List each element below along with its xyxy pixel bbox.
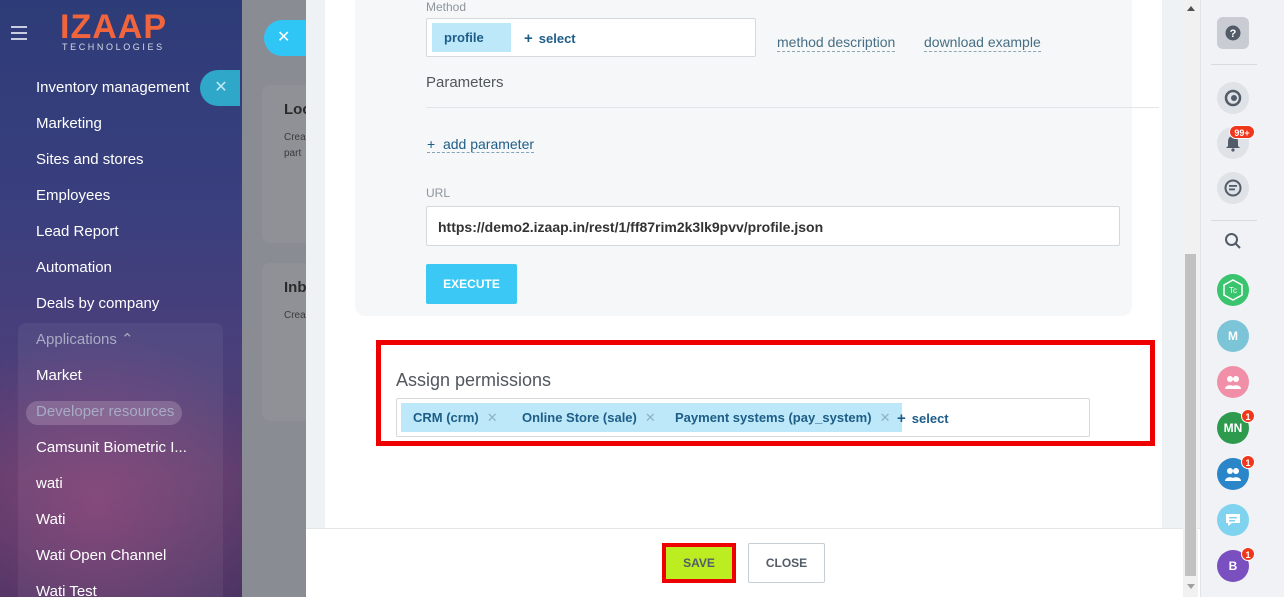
sidebar-item-wati-open-channel[interactable]: Wati Open Channel	[0, 538, 242, 574]
permission-tag[interactable]: CRM (crm) ✕	[401, 403, 510, 432]
sidebar-item-automation[interactable]: Automation	[0, 250, 242, 286]
company-logo[interactable]: IZAAP TECHNOLOGIES	[60, 10, 167, 52]
sidebar-item-camsunit[interactable]: Camsunit Biometric I...	[0, 430, 242, 466]
slider-close-icon[interactable]: ✕	[264, 20, 306, 56]
close-button[interactable]: CLOSE	[748, 543, 825, 583]
method-selector[interactable]: profile + select	[426, 18, 756, 57]
slider-footer: SAVE CLOSE	[306, 528, 1200, 597]
background-card: Inb Crea	[262, 263, 306, 421]
permissions-selector[interactable]: CRM (crm) ✕ Online Store (sale) ✕ Payment …	[396, 398, 1090, 437]
url-field[interactable]: https://demo2.izaap.in/rest/1/ff87rim2k3…	[426, 206, 1120, 246]
right-panel: ? 99+ Tc M MN 1 1 B 1	[1200, 0, 1284, 597]
scroll-up-icon[interactable]	[1187, 6, 1195, 11]
url-label: URL	[426, 186, 451, 200]
avatar-m[interactable]: M	[1217, 320, 1249, 352]
question-icon[interactable]: ?	[1217, 17, 1249, 49]
parameters-title: Parameters	[426, 74, 504, 91]
divider	[1211, 64, 1257, 65]
divider	[1211, 220, 1257, 221]
sidebar-item-market[interactable]: Market	[0, 358, 242, 394]
method-label: Method	[426, 0, 467, 14]
background-card: Loc Crea part	[262, 85, 306, 243]
method-panel: Method profile + select method descriptio…	[355, 0, 1159, 316]
chat-search-icon[interactable]	[1217, 172, 1249, 204]
sidebar-menu: Inventory management Marketing Sites and…	[0, 70, 242, 597]
close-icon[interactable]: ✕	[200, 70, 240, 106]
unread-badge: 1	[1241, 409, 1255, 423]
sidebar-item-marketing[interactable]: Marketing	[0, 106, 242, 142]
sidebar-item-employees[interactable]: Employees	[0, 178, 242, 214]
remove-icon[interactable]: ✕	[487, 410, 498, 425]
copilot-icon[interactable]	[1217, 82, 1249, 114]
menu-icon[interactable]	[11, 26, 27, 40]
group-chat-avatar[interactable]	[1217, 366, 1249, 398]
sidebar-item-wati-lower[interactable]: wati	[0, 466, 242, 502]
sidebar-item-developer-resources[interactable]: Developer resources	[0, 394, 242, 430]
permissions-select-button[interactable]: + select	[897, 410, 949, 427]
sidebar-item-wati-test[interactable]: Wati Test	[0, 574, 242, 597]
avatar-tc[interactable]: Tc	[1217, 274, 1249, 306]
scroll-thumb[interactable]	[1185, 254, 1196, 576]
divider	[426, 107, 1159, 108]
method-description-link[interactable]: method description	[777, 34, 896, 52]
search-icon[interactable]	[1217, 225, 1249, 257]
method-tag[interactable]: profile	[432, 23, 511, 52]
execute-button[interactable]: EXECUTE	[426, 264, 517, 304]
unread-badge: 1	[1241, 547, 1255, 561]
notification-badge: 99+	[1229, 125, 1255, 139]
sidebar-item-deals[interactable]: Deals by company	[0, 286, 242, 322]
sidebar-item-applications[interactable]: Applications ⌃	[0, 322, 242, 358]
form-card: Method profile + select method descriptio…	[325, 0, 1162, 528]
download-example-link[interactable]: download example	[924, 34, 1041, 52]
permissions-title: Assign permissions	[396, 370, 552, 390]
permission-tag[interactable]: Online Store (sale) ✕	[510, 403, 668, 432]
save-button[interactable]: SAVE	[666, 547, 732, 579]
sidebar-item-wati[interactable]: Wati	[0, 502, 242, 538]
scrollbar[interactable]	[1183, 0, 1198, 597]
scroll-down-icon[interactable]	[1187, 584, 1195, 589]
unread-badge: 1	[1241, 455, 1255, 469]
remove-icon[interactable]: ✕	[645, 410, 656, 425]
svg-text:Tc: Tc	[1229, 286, 1237, 295]
permission-tag[interactable]: Payment systems (pay_system) ✕	[663, 403, 903, 432]
webhook-slider: Method profile + select method descriptio…	[306, 0, 1200, 597]
add-parameter-link[interactable]: + add parameter	[427, 136, 535, 153]
left-sidebar: IZAAP TECHNOLOGIES Inventory management …	[0, 0, 242, 597]
method-select-button[interactable]: + select	[524, 30, 576, 47]
sidebar-item-sites[interactable]: Sites and stores	[0, 142, 242, 178]
svg-text:?: ?	[1230, 28, 1237, 40]
remove-icon[interactable]: ✕	[880, 410, 891, 425]
chat-bubble-icon[interactable]	[1217, 504, 1249, 536]
sidebar-item-lead-report[interactable]: Lead Report	[0, 214, 242, 250]
